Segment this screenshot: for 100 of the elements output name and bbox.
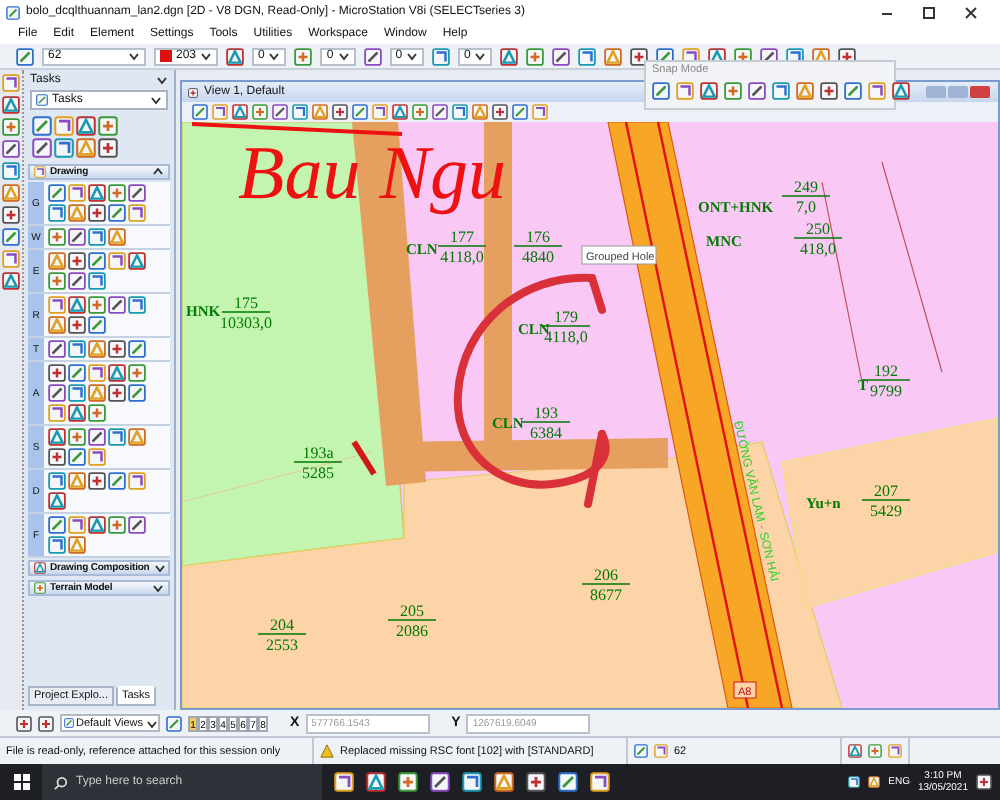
notification-icon[interactable]: [976, 774, 992, 790]
tool-icon[interactable]: [32, 138, 52, 158]
tool-icon[interactable]: [48, 364, 66, 382]
tray-icon[interactable]: [848, 776, 861, 788]
tool-icon[interactable]: [48, 492, 66, 510]
tool-icon[interactable]: [108, 184, 126, 202]
tool-icon[interactable]: [76, 138, 96, 158]
tool-icon[interactable]: [166, 715, 182, 731]
tool-icon[interactable]: [128, 384, 146, 402]
tool-icon[interactable]: [500, 47, 519, 65]
tool-icon[interactable]: [552, 47, 571, 65]
tool-icon[interactable]: [68, 428, 86, 446]
tool-icon[interactable]: [578, 47, 597, 65]
tool-icon[interactable]: [630, 47, 649, 65]
taskbar-app-icon[interactable]: [494, 772, 514, 792]
taskbar-app-icon[interactable]: [334, 772, 354, 792]
caret-icon[interactable]: [337, 50, 350, 62]
taskbar-app-icon[interactable]: [526, 772, 546, 792]
tool-icon[interactable]: [108, 296, 126, 314]
tool-icon[interactable]: [88, 204, 106, 222]
tool-icon[interactable]: [68, 364, 86, 382]
view-tool-icon[interactable]: [252, 104, 268, 120]
tool-icon[interactable]: [54, 138, 74, 158]
tool-icon[interactable]: [108, 228, 126, 246]
tool-icon[interactable]: [604, 47, 623, 65]
tool-icon[interactable]: [48, 448, 66, 466]
tool-icon[interactable]: [128, 516, 146, 534]
tool-icon[interactable]: [68, 316, 86, 334]
caret-icon[interactable]: [153, 562, 166, 574]
view-tool-icon[interactable]: [272, 104, 288, 120]
tool-icon[interactable]: [38, 715, 54, 731]
tool-icon[interactable]: [48, 472, 66, 490]
tool-icon[interactable]: [108, 252, 126, 270]
tool-icon[interactable]: [108, 472, 126, 490]
tool-icon[interactable]: [2, 118, 20, 136]
view-tool-icon[interactable]: [212, 104, 228, 120]
tool-icon[interactable]: [48, 272, 66, 290]
tool-icon[interactable]: [128, 340, 146, 358]
tool-icon[interactable]: [68, 252, 86, 270]
tool-icon[interactable]: [88, 252, 106, 270]
tool-icon[interactable]: [68, 448, 86, 466]
tool-icon[interactable]: [88, 472, 106, 490]
tool-icon[interactable]: [108, 204, 126, 222]
view-tool-icon[interactable]: [512, 104, 528, 120]
view-tool-icon[interactable]: [432, 104, 448, 120]
tool-icon[interactable]: [88, 384, 106, 402]
tool-icon[interactable]: [68, 536, 86, 554]
tool-icon[interactable]: [68, 340, 86, 358]
view-tool-icon[interactable]: [532, 104, 548, 120]
tool-icon[interactable]: [88, 428, 106, 446]
tool-icon[interactable]: [48, 316, 66, 334]
tool-icon[interactable]: [128, 296, 146, 314]
caret-icon[interactable]: [406, 50, 419, 62]
tool-icon[interactable]: [48, 516, 66, 534]
view-tool-icon[interactable]: [292, 104, 308, 120]
view-tool-icon[interactable]: [332, 104, 348, 120]
taskbar-app-icon[interactable]: [366, 772, 386, 792]
caret-icon[interactable]: [145, 717, 158, 729]
tool-icon[interactable]: [48, 340, 66, 358]
tool-icon[interactable]: [68, 272, 86, 290]
view-tool-icon[interactable]: [412, 104, 428, 120]
tool-icon[interactable]: [2, 250, 20, 268]
tool-icon[interactable]: [48, 384, 66, 402]
tool-icon[interactable]: [48, 536, 66, 554]
tool-icon[interactable]: [2, 228, 20, 246]
tool-icon[interactable]: [48, 428, 66, 446]
taskbar-app-icon[interactable]: [398, 772, 418, 792]
tool-icon[interactable]: [68, 472, 86, 490]
tool-icon[interactable]: [128, 428, 146, 446]
tool-icon[interactable]: [98, 116, 118, 136]
tool-icon[interactable]: [88, 364, 106, 382]
tool-icon[interactable]: [68, 296, 86, 314]
tool-icon[interactable]: [108, 384, 126, 402]
tool-icon[interactable]: [54, 116, 74, 136]
tool-icon[interactable]: [128, 252, 146, 270]
windows-icon[interactable]: [14, 774, 30, 790]
tool-icon[interactable]: [88, 296, 106, 314]
tool-icon[interactable]: [526, 47, 545, 65]
caret-icon[interactable]: [152, 166, 164, 178]
tool-icon[interactable]: [108, 428, 126, 446]
tool-icon[interactable]: [108, 516, 126, 534]
tool-icon[interactable]: [48, 404, 66, 422]
tool-icon[interactable]: [2, 74, 20, 92]
view-tool-icon[interactable]: [392, 104, 408, 120]
view-tool-icon[interactable]: [372, 104, 388, 120]
tool-icon[interactable]: [2, 272, 20, 290]
taskbar-app-icon[interactable]: [462, 772, 482, 792]
tool-icon[interactable]: [48, 204, 66, 222]
caret-icon[interactable]: [268, 50, 281, 62]
tool-icon[interactable]: [32, 116, 52, 136]
tool-icon[interactable]: [68, 184, 86, 202]
tool-icon[interactable]: [88, 448, 106, 466]
tool-icon[interactable]: [76, 116, 96, 136]
tray-icon[interactable]: [868, 776, 881, 788]
caret-icon[interactable]: [152, 582, 164, 594]
tool-icon[interactable]: [48, 296, 66, 314]
tool-icon[interactable]: [88, 404, 106, 422]
tool-icon[interactable]: [88, 184, 106, 202]
tool-icon[interactable]: [88, 316, 106, 334]
tool-icon[interactable]: [48, 184, 66, 202]
